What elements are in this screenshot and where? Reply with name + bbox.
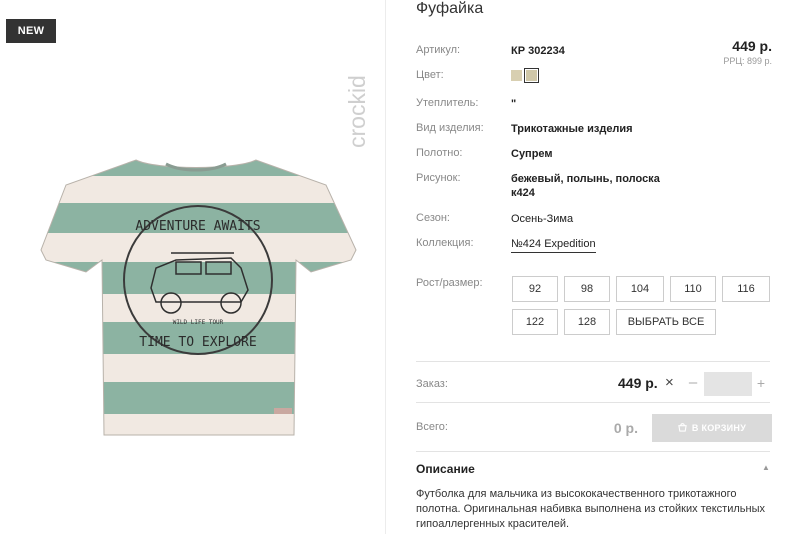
add-to-cart-button[interactable]: В КОРЗИНУ [652, 414, 772, 442]
size-98-button[interactable]: 98 [564, 276, 610, 302]
print-bottom-text: TIME TO EXPLORE [139, 335, 256, 350]
spec-label: Вид изделия: [416, 122, 484, 134]
total-label: Всего: [416, 421, 448, 433]
divider [416, 451, 770, 452]
spec-label: Артикул: [416, 44, 461, 56]
select-all-sizes-button[interactable]: ВЫБРАТЬ ВСЕ [616, 309, 716, 335]
size-116-button[interactable]: 116 [722, 276, 770, 302]
spec-label: Коллекция: [416, 237, 474, 249]
spec-label: Утеплитель: [416, 97, 479, 109]
sizes-label: Рост/размер: [416, 277, 483, 289]
spec-value-wrap: №424 Expedition [511, 237, 681, 253]
new-badge: NEW [6, 19, 56, 43]
qty-minus-button[interactable]: – [686, 374, 700, 391]
size-92-button[interactable]: 92 [512, 276, 558, 302]
size-104-button[interactable]: 104 [616, 276, 664, 302]
product-price: 449 р. [732, 38, 772, 54]
collapse-arrow-icon[interactable]: ▲ [762, 463, 770, 472]
size-122-button[interactable]: 122 [512, 309, 558, 335]
quantity-input[interactable] [704, 372, 752, 396]
divider [416, 361, 770, 362]
spec-value: Осень-Зима [511, 213, 574, 225]
qty-plus-button[interactable]: + [755, 375, 767, 391]
spec-label: Цвет: [416, 69, 444, 81]
print-top-text: ADVENTURE AWAITS [135, 219, 260, 234]
spec-value: Супрем [511, 148, 553, 160]
brand-logo-text: crockid [344, 75, 370, 148]
spec-value: Трикотажные изделия [511, 123, 633, 135]
size-128-button[interactable]: 128 [564, 309, 610, 335]
spec-label: Рисунок: [416, 172, 461, 184]
add-to-cart-label: В КОРЗИНУ [691, 423, 747, 433]
times-icon: × [665, 374, 674, 391]
order-label: Заказ: [416, 378, 448, 390]
spec-value: бежевый, полынь, полоска к424 [511, 173, 660, 199]
tshirt-image[interactable]: ADVENTURE AWAITS TIME TO EXPLORE WILD LI… [26, 150, 366, 440]
color-swatch-selected[interactable] [524, 68, 539, 83]
total-value: 0 р. [613, 420, 638, 436]
divider [416, 402, 770, 403]
brand-logo: crockid [344, 75, 370, 148]
print-middle-text: WILD LIFE TOUR [173, 319, 224, 326]
description-text: Футболка для мальчика из высококачествен… [416, 488, 765, 530]
cart-icon [678, 422, 687, 434]
spec-label: Полотно: [416, 147, 463, 159]
color-swatch-beige[interactable] [511, 70, 522, 81]
order-price: 449 р. [618, 375, 658, 391]
collection-link[interactable]: №424 Expedition [511, 238, 596, 253]
product-title: Фуфайка [416, 0, 484, 17]
product-info: Фуфайка 449 р. РРЦ: 899 р. Артикул: КР 3… [386, 0, 800, 534]
rrp-price: РРЦ: 899 р. [723, 56, 772, 66]
spec-value: КР 302234 [511, 45, 565, 57]
product-image-panel: NEW crockid ADVENTURE AWAITS TIME TO EXP… [0, 0, 386, 534]
size-110-button[interactable]: 110 [670, 276, 716, 302]
spec-value: " [511, 98, 517, 110]
spec-label: Сезон: [416, 212, 450, 224]
description-title: Описание [416, 462, 475, 476]
